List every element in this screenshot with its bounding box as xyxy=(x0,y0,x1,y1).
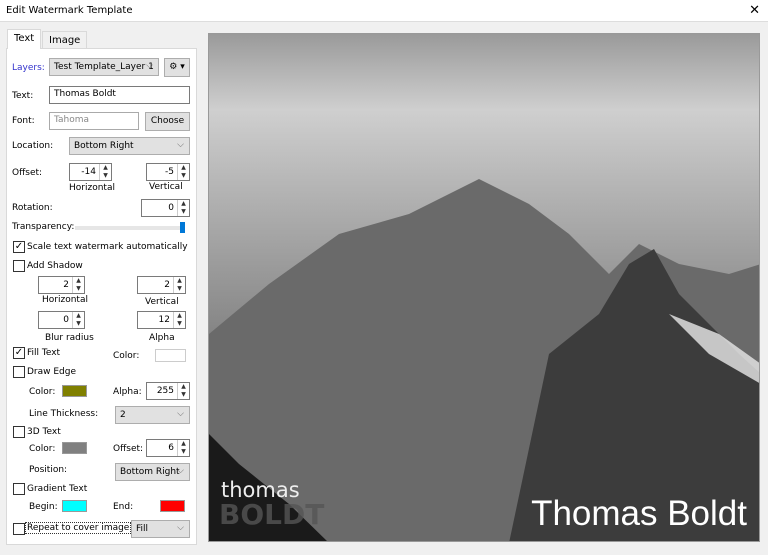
location-label: Location: xyxy=(12,141,54,151)
gradient-begin-swatch[interactable] xyxy=(62,500,87,512)
spin-arrows-icon[interactable]: ▲ ▼ xyxy=(177,383,189,399)
3d-color-swatch[interactable] xyxy=(62,442,87,454)
offset-horizontal-stepper[interactable]: -14 ▲ ▼ xyxy=(69,163,112,181)
3d-position-value: Bottom Right xyxy=(120,467,180,477)
title-bar: Edit Watermark Template ✕ xyxy=(0,0,768,22)
repeat-label: Repeat to cover image xyxy=(25,522,132,534)
scale-label: Scale text watermark automatically xyxy=(27,242,188,252)
transparency-label: Transparency: xyxy=(12,222,75,232)
gradient-end-swatch[interactable] xyxy=(160,500,185,512)
shadow-blur-stepper[interactable]: 0 ▲ ▼ xyxy=(38,311,85,329)
add-shadow-checkbox[interactable] xyxy=(13,260,25,272)
add-shadow-label: Add Shadow xyxy=(27,261,83,271)
spin-arrows-icon[interactable]: ▲ ▼ xyxy=(99,164,111,180)
edge-color-label: Color: xyxy=(29,387,56,397)
repeat-mode-dropdown[interactable]: Fill ⌵ xyxy=(131,520,190,538)
fill-text-label: Fill Text xyxy=(27,348,61,358)
location-value: Bottom Right xyxy=(74,141,134,151)
gear-menu-button[interactable]: ⚙ ▾ xyxy=(164,58,190,77)
layers-value: Test Template_Layer 1 xyxy=(54,62,154,72)
gradient-text-label: Gradient Text xyxy=(27,484,88,494)
edge-color-swatch[interactable] xyxy=(62,385,87,397)
3d-position-dropdown[interactable]: Bottom Right ⌵ xyxy=(115,463,190,481)
tab-image[interactable]: Image xyxy=(42,31,88,49)
line-thickness-value: 2 xyxy=(120,410,126,420)
shadow-horizontal-label: Horizontal xyxy=(42,295,88,305)
gradient-end-label: End: xyxy=(113,502,134,512)
shadow-alpha-label: Alpha xyxy=(149,333,175,343)
rotation-value: 0 xyxy=(168,203,174,213)
transparency-slider-thumb[interactable] xyxy=(180,222,185,233)
3d-offset-stepper[interactable]: 6 ▲ ▼ xyxy=(146,439,190,457)
edge-alpha-stepper[interactable]: 255 ▲ ▼ xyxy=(146,382,190,400)
fill-color-label: Color: xyxy=(113,351,140,361)
3d-offset-value: 6 xyxy=(168,443,174,453)
offset-vertical-stepper[interactable]: -5 ▲ ▼ xyxy=(146,163,190,181)
line-thickness-dropdown[interactable]: 2 ⌵ xyxy=(115,406,190,424)
shadow-vertical-label: Vertical xyxy=(145,297,179,307)
offset-label: Offset: xyxy=(12,168,43,178)
shadow-vertical-value: 2 xyxy=(164,280,170,290)
3d-offset-label: Offset: xyxy=(113,444,144,454)
font-label: Font: xyxy=(12,116,35,126)
gradient-text-checkbox[interactable] xyxy=(13,483,25,495)
transparency-slider[interactable] xyxy=(75,226,185,230)
spin-arrows-icon[interactable]: ▲ ▼ xyxy=(72,312,84,328)
rotation-label: Rotation: xyxy=(12,203,53,213)
rotation-stepper[interactable]: 0 ▲ ▼ xyxy=(141,199,190,217)
3d-color-label: Color: xyxy=(29,444,56,454)
shadow-alpha-stepper[interactable]: 12 ▲ ▼ xyxy=(137,311,186,329)
text-input[interactable]: Thomas Boldt xyxy=(49,86,190,104)
preview-image: thomas BOLDT Thomas Boldt xyxy=(208,33,760,542)
watermark-text: Thomas Boldt xyxy=(531,494,747,533)
tab-text[interactable]: Text xyxy=(7,29,42,49)
window-title: Edit Watermark Template xyxy=(6,5,133,16)
3d-position-label: Position: xyxy=(29,465,68,475)
gear-icon: ⚙ ▾ xyxy=(169,62,185,72)
spin-arrows-icon[interactable]: ▲ ▼ xyxy=(177,164,189,180)
shadow-horizontal-stepper[interactable]: 2 ▲ ▼ xyxy=(38,276,85,294)
line-thickness-label: Line Thickness: xyxy=(29,409,99,419)
chevron-down-icon: ⌵ xyxy=(177,409,184,419)
scale-checkbox[interactable]: ✓ xyxy=(13,241,25,253)
edge-alpha-label: Alpha: xyxy=(113,387,142,397)
mountain-photo xyxy=(209,179,759,541)
shadow-horizontal-value: 2 xyxy=(63,280,69,290)
shadow-blur-label: Blur radius xyxy=(45,333,94,343)
spin-arrows-icon[interactable]: ▲ ▼ xyxy=(173,312,185,328)
offset-vertical-value: -5 xyxy=(165,167,174,177)
gradient-begin-label: Begin: xyxy=(29,502,58,512)
shadow-vertical-stepper[interactable]: 2 ▲ ▼ xyxy=(137,276,186,294)
spin-arrows-icon[interactable]: ▲ ▼ xyxy=(177,440,189,456)
chevron-down-icon: ⌵ xyxy=(177,523,184,533)
close-icon[interactable]: ✕ xyxy=(749,3,760,18)
shadow-blur-value: 0 xyxy=(63,315,69,325)
layers-label: Layers: xyxy=(12,63,45,73)
draw-edge-checkbox[interactable] xyxy=(13,366,25,378)
location-dropdown[interactable]: Bottom Right ⌵ xyxy=(69,137,190,155)
repeat-checkbox[interactable] xyxy=(13,523,25,535)
layers-dropdown[interactable]: Test Template_Layer 1 ⌵ xyxy=(49,58,159,76)
fill-text-checkbox[interactable]: ✓ xyxy=(13,347,25,359)
shadow-alpha-value: 12 xyxy=(158,315,170,325)
choose-font-button[interactable]: Choose xyxy=(145,112,190,131)
3d-text-label: 3D Text xyxy=(27,427,61,437)
chevron-down-icon: ⌵ xyxy=(177,466,184,476)
logo-boldt: BOLDT xyxy=(219,498,325,531)
offset-horizontal-value: -14 xyxy=(81,167,96,177)
chevron-down-icon: ⌵ xyxy=(146,61,153,71)
font-field[interactable]: Tahoma xyxy=(49,112,139,130)
3d-text-checkbox[interactable] xyxy=(13,426,25,438)
spin-arrows-icon[interactable]: ▲ ▼ xyxy=(72,277,84,293)
edge-alpha-value: 255 xyxy=(156,386,174,396)
repeat-mode-value: Fill xyxy=(136,524,149,534)
offset-horizontal-label: Horizontal xyxy=(69,183,115,193)
offset-vertical-label: Vertical xyxy=(149,182,183,192)
spin-arrows-icon[interactable]: ▲ ▼ xyxy=(173,277,185,293)
text-label: Text: xyxy=(12,91,34,101)
chevron-down-icon: ⌵ xyxy=(177,140,184,150)
spin-arrows-icon[interactable]: ▲ ▼ xyxy=(177,200,189,216)
draw-edge-label: Draw Edge xyxy=(27,367,77,377)
fill-color-swatch[interactable] xyxy=(155,349,186,362)
